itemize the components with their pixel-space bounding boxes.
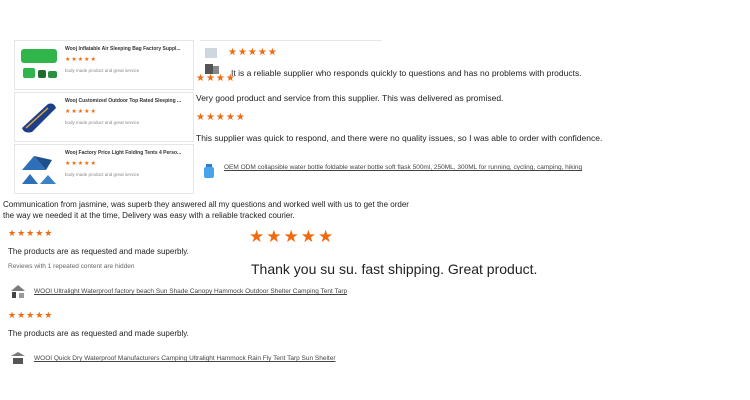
tent-tarp-icon xyxy=(11,285,25,298)
product-title[interactable]: Wooj Inflatable Air Sleeping Bag Factory… xyxy=(65,46,189,52)
review-text: The products are as requested and made s… xyxy=(8,329,189,338)
review-text: The products are as requested and made s… xyxy=(8,247,189,256)
review-text: Thank you su su. fast shipping. Great pr… xyxy=(251,261,538,277)
review-stars: ★★★★★ xyxy=(228,47,278,58)
product-link[interactable]: WOOI Ultralight Waterproof factory beach… xyxy=(34,288,347,295)
review-stars: ★★★★★ xyxy=(8,310,54,320)
product-link[interactable]: OEM ODM collapsible water bottle foldabl… xyxy=(224,163,624,172)
review-text: It is a reliable supplier who responds q… xyxy=(231,68,582,78)
review-text: This supplier was quick to respond, and … xyxy=(196,133,603,143)
review-text: Very good product and service from this … xyxy=(196,93,504,103)
review-stars: ★★★★★ xyxy=(8,228,54,238)
rating-stars: ★★★★★ xyxy=(65,57,97,63)
review-text: Communication from jasmine, was superb t… xyxy=(3,200,409,220)
rating-stars: ★★★★★ xyxy=(65,161,97,167)
review-snippet: body made product and great service xyxy=(65,68,140,73)
product-thumbnail-icon xyxy=(205,48,219,74)
rating-stars: ★★★★★ xyxy=(65,109,97,115)
sleeping-bag-image xyxy=(22,103,56,133)
hidden-reviews-note: Reviews with 1 repeated content are hidd… xyxy=(8,263,135,270)
review-stars: ★★★★★ xyxy=(249,227,336,246)
review-snippet: body made product and great service xyxy=(65,120,140,125)
product-title[interactable]: Wooj Customized Outdoor Top Rated Sleepi… xyxy=(65,98,189,104)
product-card-sleeping-bag[interactable]: Wooj Customized Outdoor Top Rated Sleepi… xyxy=(14,92,194,142)
product-link[interactable]: WOOI Quick Dry Waterproof Manufacturers … xyxy=(34,355,336,362)
review-snippet: body made product and great service xyxy=(65,172,140,177)
product-card-folding-tent[interactable]: Wooj Factory Price Light Folding Tents 4… xyxy=(14,144,194,194)
water-bottle-icon xyxy=(204,164,214,178)
review-stars: ★★★★★ xyxy=(196,112,246,123)
review-stars: ★★★★ xyxy=(196,73,236,84)
product-title[interactable]: Wooj Factory Price Light Folding Tents 4… xyxy=(65,150,189,156)
air-mattress-image xyxy=(21,49,57,78)
tent-image xyxy=(22,156,56,184)
product-card-air-sleeping-bag[interactable]: Wooj Inflatable Air Sleeping Bag Factory… xyxy=(14,40,194,90)
hammock-icon xyxy=(11,352,25,364)
